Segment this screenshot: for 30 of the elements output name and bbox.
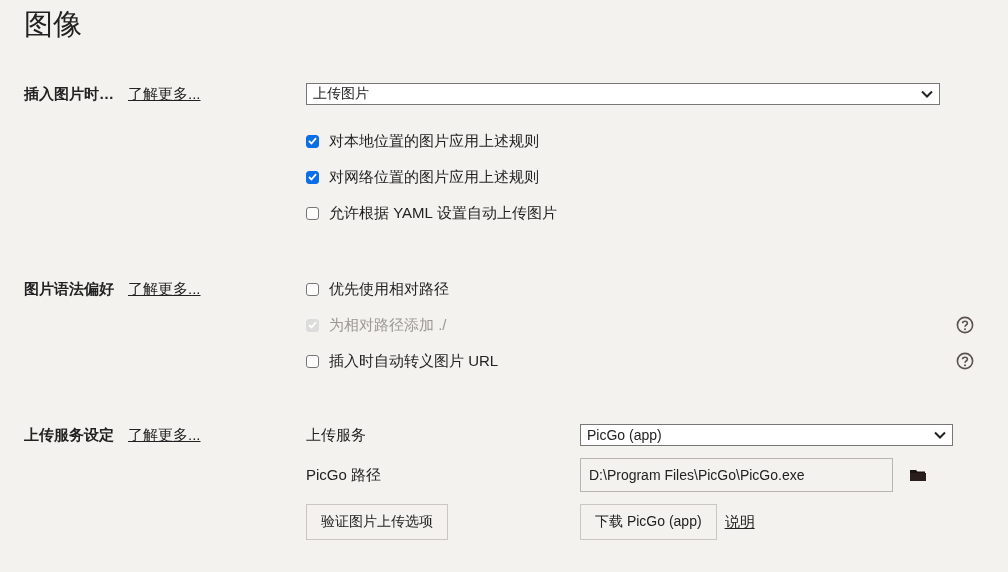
learn-more-link[interactable]: 了解更多...	[128, 425, 201, 445]
option-label: 优先使用相对路径	[329, 279, 449, 297]
help-link[interactable]: 说明	[724, 512, 755, 532]
input-field[interactable]: D:\Program Files\PicGo\PicGo.exe	[580, 458, 893, 492]
help-icon[interactable]	[956, 352, 974, 370]
section-label: 上传服务设定	[24, 425, 114, 445]
page-title: 图像	[24, 7, 83, 42]
folder-icon[interactable]	[910, 468, 926, 482]
option-label: 允许根据 YAML 设置自动上传图片	[329, 203, 557, 221]
learn-more-link[interactable]: 了解更多...	[128, 84, 201, 104]
checkbox[interactable]	[306, 206, 319, 220]
checkbox[interactable]	[306, 170, 319, 184]
option-label: 为相对路径添加 ./	[329, 315, 447, 333]
checkbox[interactable]	[306, 282, 319, 296]
section-label: 插入图片时…	[24, 84, 114, 104]
verify-button[interactable]: 验证图片上传选项	[306, 504, 448, 540]
checkbox[interactable]	[306, 134, 319, 148]
checkbox[interactable]	[306, 354, 319, 368]
option-label: 插入时自动转义图片 URL	[329, 351, 499, 369]
learn-more-link[interactable]: 了解更多...	[128, 279, 201, 299]
chevron-down-icon	[934, 431, 946, 439]
field-label: 上传服务	[306, 425, 367, 445]
field-label: PicGo 路径	[306, 465, 382, 485]
download-button[interactable]: 下载 PicGo (app)	[580, 504, 717, 540]
option-label: 对本地位置的图片应用上述规则	[329, 131, 539, 149]
section-label: 图片语法偏好	[24, 279, 114, 299]
chevron-down-icon	[921, 90, 933, 98]
option-label: 对网络位置的图片应用上述规则	[329, 167, 539, 185]
dropdown[interactable]: PicGo (app)	[580, 424, 953, 446]
dropdown[interactable]: 上传图片	[306, 83, 940, 105]
